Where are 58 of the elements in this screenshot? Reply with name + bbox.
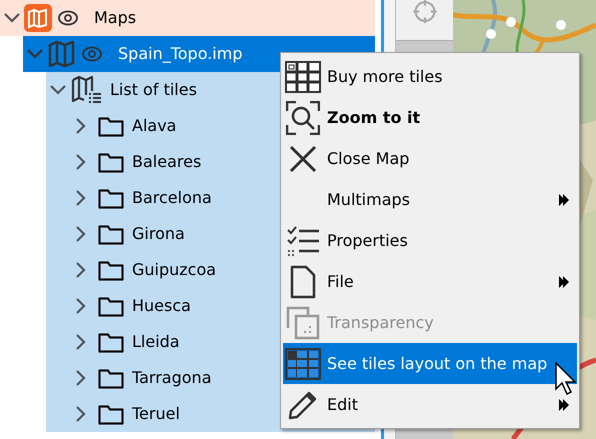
folder-icon (98, 367, 124, 389)
cursor-icon (555, 362, 577, 396)
map-icon (24, 4, 52, 32)
eye-icon (82, 46, 102, 62)
tree-label: Baleares (131, 151, 202, 173)
grid-icon (285, 60, 321, 92)
zoom-icon (286, 100, 320, 134)
menu-item[interactable]: Multimaps (283, 179, 577, 220)
menu-item[interactable]: File (283, 261, 577, 302)
checklist-icon (286, 224, 320, 256)
chevron-down-icon[interactable] (50, 85, 66, 95)
menu-item[interactable]: See tiles layout on the map (283, 343, 577, 384)
tree-label: Girona (131, 223, 185, 245)
chevron-right-icon[interactable] (76, 298, 86, 314)
menu-item[interactable]: Properties (283, 220, 577, 261)
folder-icon (98, 259, 124, 281)
pencil-icon (288, 390, 318, 420)
tree-label: Maps (93, 7, 136, 29)
tree-label: Alava (131, 115, 176, 137)
submenu-arrow-icon (559, 194, 569, 206)
file-icon (290, 264, 316, 298)
folder-icon (98, 187, 124, 209)
menu-item[interactable]: Close Map (283, 138, 577, 179)
map-icon (47, 40, 76, 68)
chevron-right-icon[interactable] (76, 190, 86, 206)
map-list-icon (70, 75, 102, 105)
chevron-right-icon[interactable] (76, 334, 86, 350)
close-icon (289, 144, 317, 172)
tree-label: Teruel (131, 403, 180, 425)
tree-label: Lleida (131, 331, 180, 353)
folder-icon (98, 295, 124, 317)
submenu-arrow-icon (559, 398, 569, 410)
tree-label: Barcelona (131, 187, 212, 209)
tree-row[interactable]: Maps (0, 0, 375, 36)
chevron-right-icon[interactable] (76, 118, 86, 134)
folder-icon (98, 331, 124, 353)
tree-label: Guipuzcoa (131, 259, 216, 281)
chevron-down-icon[interactable] (26, 49, 42, 59)
menu-item[interactable]: Edit (283, 384, 577, 425)
tree-label: Spain_Topo.imp (117, 43, 242, 65)
layers-icon (286, 306, 320, 340)
chevron-right-icon[interactable] (76, 262, 86, 278)
folder-icon (98, 115, 124, 137)
chevron-right-icon[interactable] (76, 226, 86, 242)
submenu-arrow-icon (559, 276, 569, 288)
menu-item[interactable]: Zoom to it (283, 97, 577, 138)
folder-icon (98, 403, 124, 425)
chevron-right-icon[interactable] (76, 370, 86, 386)
tree-label: Huesca (131, 295, 191, 317)
grid-icon (285, 348, 321, 380)
eye-icon (58, 10, 78, 26)
tree-label: Tarragona (131, 367, 212, 389)
chevron-down-icon[interactable] (4, 13, 20, 23)
chevron-right-icon[interactable] (76, 406, 86, 422)
chevron-right-icon[interactable] (76, 154, 86, 170)
tree-label: List of tiles (109, 79, 197, 101)
folder-icon (98, 151, 124, 173)
folder-icon (98, 223, 124, 245)
